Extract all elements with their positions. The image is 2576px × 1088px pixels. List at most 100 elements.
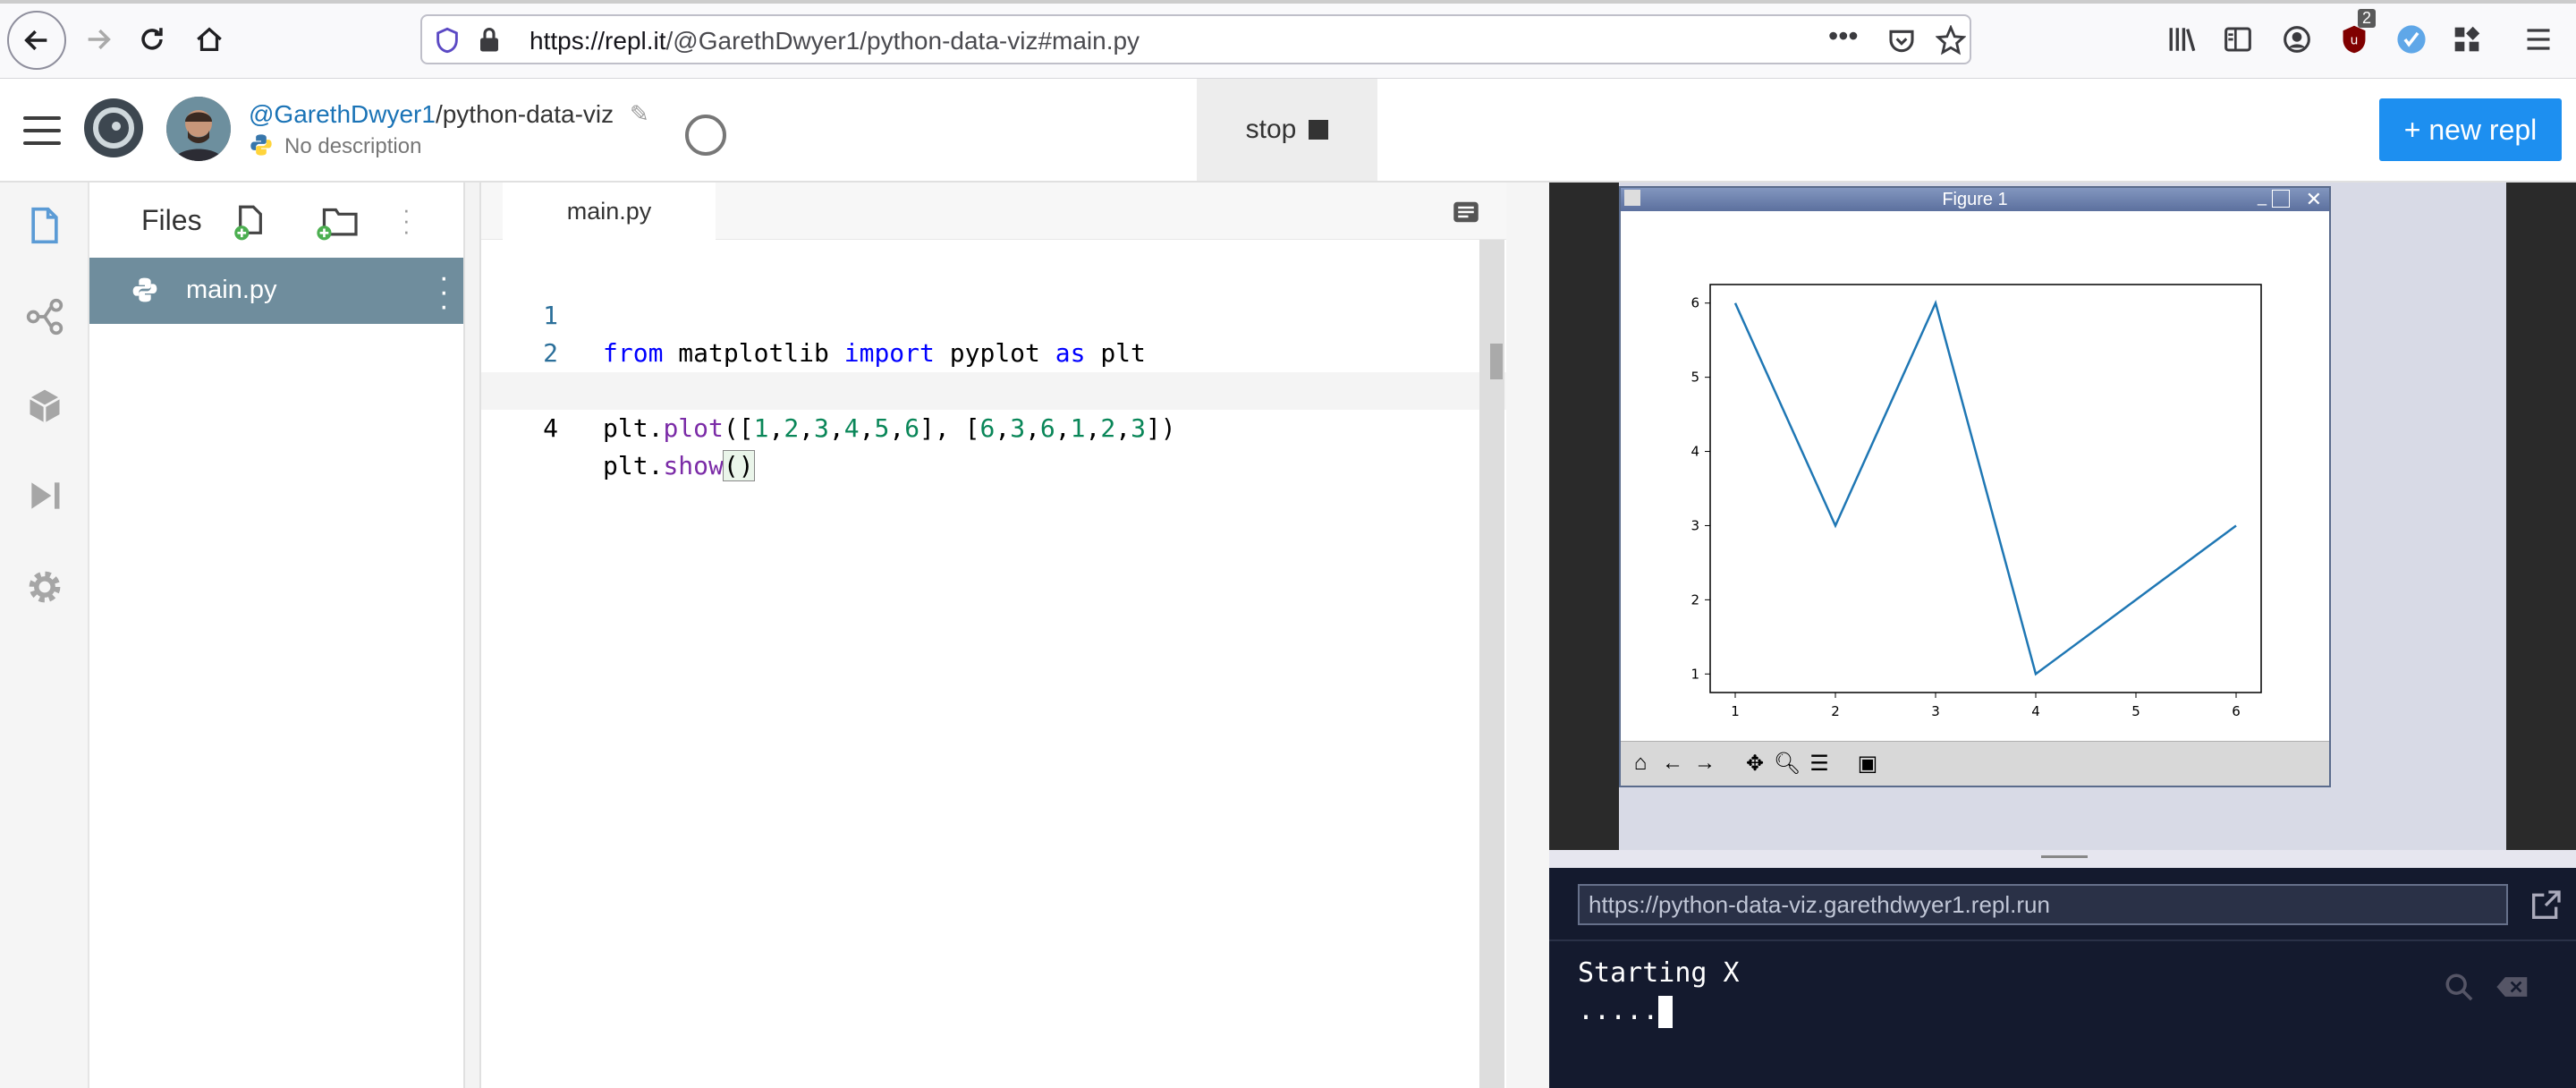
maximize-icon[interactable] [2272, 190, 2290, 208]
panel-resizer[interactable] [463, 183, 481, 1088]
console-output-line: Starting X [1578, 957, 1740, 989]
file-item-main-py[interactable]: main.py · · · [89, 258, 463, 324]
replit-logo[interactable] [84, 98, 143, 157]
terminal-cursor [1658, 995, 1674, 1028]
stop-button[interactable]: stop [1197, 79, 1377, 181]
home-button[interactable] [182, 13, 236, 66]
files-icon[interactable] [25, 206, 64, 245]
save-icon[interactable]: ▣ [1853, 749, 1882, 778]
code-editor[interactable]: main.py 1 from matplotlib import pyplot … [481, 183, 1506, 1088]
debugger-icon[interactable] [25, 476, 64, 515]
window-menu-icon[interactable] [1624, 190, 1640, 206]
repl-title: @GarethDwyer1/python-data-viz [249, 100, 614, 128]
files-options-icon[interactable]: · · · [402, 198, 411, 242]
url-bar[interactable]: https://repl.it/@GarethDwyer1/python-dat… [420, 14, 1971, 64]
ublock-icon[interactable]: u 2 [2334, 9, 2377, 59]
python-file-icon [132, 277, 157, 302]
add-file-icon[interactable] [233, 204, 268, 242]
reload-icon [141, 28, 163, 50]
add-folder-icon[interactable] [315, 204, 360, 242]
menu-icon[interactable] [2519, 20, 2558, 59]
files-panel: Files · · · main.py · · · [89, 183, 463, 1088]
tab-strip [0, 0, 2576, 4]
python-icon [250, 134, 272, 156]
edit-pencil-icon[interactable]: ✎ [630, 100, 649, 128]
history-icon[interactable] [685, 115, 726, 156]
subplots-config-icon[interactable]: ☰ [1805, 749, 1834, 778]
file-options-icon[interactable]: · · · [439, 262, 449, 321]
home-icon[interactable]: ⌂ [1626, 749, 1655, 778]
hamburger-menu-icon[interactable] [23, 116, 61, 145]
bookmark-star-icon[interactable] [1936, 25, 1966, 55]
forward-icon[interactable]: → [1690, 749, 1719, 778]
minimize-icon[interactable]: _ [2258, 188, 2267, 207]
lock-icon [480, 28, 498, 52]
pocket-icon[interactable] [1887, 27, 1916, 55]
console-splitter[interactable] [1549, 850, 2576, 868]
output-resizer[interactable] [1506, 183, 1549, 1088]
figure-window: Figure 1 ✕ _ 1 2 3 4 5 6 1 2 3 4 5 6 ⌂ ← → ✥ 🔍︎ ☰ ▣ [1619, 186, 2331, 787]
console[interactable]: https://python-data-viz.garethdwyer1.rep… [1549, 868, 2576, 1088]
zoom-icon[interactable]: 🔍︎ [1773, 749, 1801, 778]
code-line-active: 4 plt.show() [481, 372, 1506, 481]
code-line: 2 [543, 338, 558, 368]
page-actions-icon[interactable]: ••• [1828, 20, 1859, 53]
x-tick-label: 5 [2131, 703, 2140, 719]
back-arrow-icon [24, 30, 47, 51]
shield-icon [436, 27, 458, 54]
stop-square-icon [1309, 120, 1329, 140]
sidebar-icon[interactable] [2218, 20, 2258, 59]
account-icon[interactable] [2277, 20, 2317, 59]
url-text: https://repl.it/@GarethDwyer1/python-dat… [530, 27, 1140, 55]
console-output-line: ..... [1578, 995, 1674, 1028]
back-button[interactable] [7, 11, 66, 70]
extension-check-icon[interactable] [2392, 20, 2431, 59]
clear-console-icon[interactable] [2496, 973, 2529, 1000]
x-tick-label: 1 [1731, 703, 1740, 719]
editor-tabbar: main.py [481, 183, 1506, 240]
reload-button[interactable] [125, 13, 179, 66]
packages-icon[interactable] [25, 387, 64, 426]
files-title: Files [141, 204, 202, 236]
search-icon[interactable] [2444, 972, 2474, 1002]
y-tick-label: 2 [1690, 591, 1699, 608]
back-icon[interactable]: ← [1658, 749, 1687, 778]
figure-title: Figure 1 [1621, 188, 2329, 211]
extensions-grid-icon[interactable] [2447, 20, 2487, 59]
tab-main-py[interactable]: main.py [503, 183, 716, 240]
repl-header: @GarethDwyer1/python-data-viz ✎ No descr… [0, 79, 2576, 183]
x-tick-label: 4 [2031, 703, 2040, 719]
close-icon[interactable]: ✕ [2306, 188, 2322, 211]
y-tick-label: 6 [1690, 295, 1699, 311]
repl-name[interactable]: python-data-viz [443, 100, 614, 128]
format-code-icon[interactable] [1453, 200, 1479, 224]
run-url-field[interactable]: https://python-data-viz.garethdwyer1.rep… [1578, 884, 2508, 925]
scrollbar-thumb[interactable] [1490, 344, 1503, 379]
figure-toolbar: ⌂ ← → ✥ 🔍︎ ☰ ▣ [1621, 741, 2329, 786]
vnc-output: Figure 1 ✕ _ 1 2 3 4 5 6 1 2 3 4 5 6 ⌂ ← → ✥ 🔍︎ ☰ ▣ [1549, 183, 2576, 850]
user-link[interactable]: @GarethDwyer1 [249, 100, 436, 128]
repl-description[interactable]: No description [284, 134, 421, 159]
y-tick-label: 5 [1690, 370, 1699, 386]
y-tick-label: 3 [1690, 517, 1699, 533]
library-icon[interactable] [2163, 20, 2202, 59]
x-tick-label: 2 [1831, 703, 1840, 719]
x-tick-label: 3 [1931, 703, 1940, 719]
forward-button[interactable] [72, 13, 125, 66]
new-repl-button[interactable]: + new repl [2379, 98, 2562, 161]
code-line: 3 plt.plot([1,2,3,4,5,6], [6,3,6,1,2,3]) [543, 376, 1176, 443]
settings-gear-icon[interactable] [25, 567, 64, 607]
code-line: 1 from matplotlib import pyplot as plt [543, 301, 1146, 368]
pan-icon[interactable]: ✥ [1741, 749, 1769, 778]
svg-text:u: u [2351, 34, 2359, 48]
avatar[interactable] [166, 97, 231, 161]
notification-badge: 2 [2358, 9, 2377, 28]
side-rail [0, 183, 89, 1088]
home-icon [197, 27, 222, 51]
forward-arrow-icon [88, 29, 111, 50]
browser-toolbar: https://repl.it/@GarethDwyer1/python-dat… [0, 0, 2576, 79]
version-control-icon[interactable] [25, 297, 64, 336]
y-tick-label: 1 [1690, 666, 1699, 682]
x-tick-label: 6 [2232, 703, 2241, 719]
open-external-icon[interactable] [2528, 888, 2563, 923]
